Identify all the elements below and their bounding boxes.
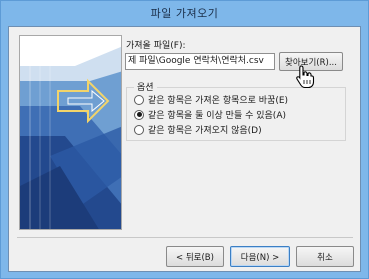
option-label: 같은 항목은 가져오지 않음(D)	[148, 126, 262, 136]
title-bar[interactable]: 파일 가져오기	[1, 1, 368, 25]
dialog-body: 가져올 파일(F): 제 파일\Google 연락처\연락처.csv 찾아보기(…	[8, 26, 361, 272]
radio-button-selected[interactable]	[134, 109, 144, 120]
option-replace-duplicates[interactable]: 같은 항목은 가져온 항목으로 바꿈(E)	[134, 93, 288, 106]
options-group-title: 옵션	[134, 80, 157, 93]
next-button[interactable]: 다음(N) >	[230, 246, 290, 267]
footer-divider	[17, 237, 353, 238]
hand-pointer-icon	[295, 65, 315, 92]
file-path-field[interactable]: 제 파일\Google 연락처\연락처.csv	[125, 53, 275, 70]
window-title: 파일 가져오기	[150, 7, 219, 20]
import-file-dialog: 파일 가져오기 가져올 파일(F): 제 파일\Google 연락처\연락처.c…	[0, 0, 369, 279]
radio-button[interactable]	[134, 124, 144, 135]
option-label: 같은 항목은 가져온 항목으로 바꿈(E)	[148, 96, 289, 106]
wizard-illustration	[19, 35, 122, 230]
option-skip-duplicates[interactable]: 같은 항목은 가져오지 않음(D)	[134, 123, 262, 136]
radio-selected-dot	[136, 112, 142, 117]
option-allow-duplicates[interactable]: 같은 항목을 둘 이상 만들 수 있음(A)	[134, 108, 286, 121]
option-label: 같은 항목을 둘 이상 만들 수 있음(A)	[148, 111, 286, 121]
back-button[interactable]: < 뒤로(B)	[166, 246, 224, 267]
radio-button[interactable]	[134, 94, 144, 105]
cancel-button[interactable]: 취소	[296, 246, 354, 267]
file-to-import-label: 가져올 파일(F):	[126, 41, 186, 51]
